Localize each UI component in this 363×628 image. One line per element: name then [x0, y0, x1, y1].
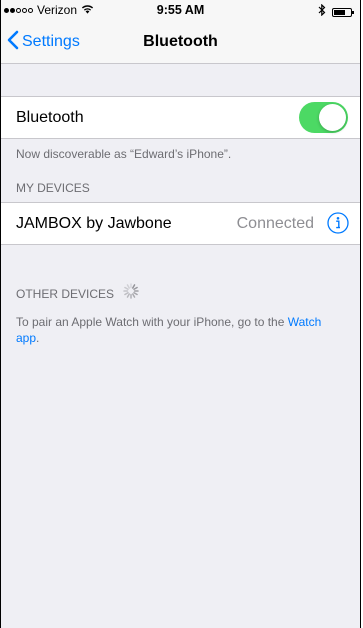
watch-pairing-hint: To pair an Apple Watch with your iPhone,… [16, 314, 336, 346]
phone-screen: Verizon 9:55 AM Settings Bluetooth Bluet… [0, 0, 361, 628]
battery-cap [352, 10, 354, 14]
bluetooth-label: Bluetooth [16, 109, 84, 126]
navigation-bar: Settings Bluetooth [1, 20, 360, 64]
other-devices-header: OTHER DEVICES [16, 283, 139, 304]
other-devices-label: OTHER DEVICES [16, 286, 115, 301]
switch-knob [319, 104, 346, 131]
status-time: 9:55 AM [156, 3, 205, 17]
watch-hint-text: To pair an Apple Watch with your iPhone,… [16, 315, 285, 329]
battery-fill [334, 9, 346, 15]
battery-icon [332, 7, 354, 17]
status-bar: Verizon 9:55 AM [1, 0, 360, 20]
bluetooth-icon [318, 3, 326, 21]
spinner-icon [123, 283, 139, 304]
bluetooth-switch[interactable] [299, 102, 348, 133]
status-right [318, 3, 354, 21]
watch-hint-suffix: . [36, 331, 40, 345]
discoverable-text: Now discoverable as “Edward’s iPhone”. [16, 147, 232, 161]
bluetooth-toggle-cell: Bluetooth [1, 96, 360, 139]
device-status: Connected [236, 215, 314, 232]
device-row-jambox[interactable]: JAMBOX by Jawbone Connected [1, 202, 360, 245]
info-icon[interactable] [327, 212, 349, 234]
device-name: JAMBOX by Jawbone [16, 215, 172, 232]
my-devices-header: MY DEVICES [16, 181, 90, 195]
page-title: Bluetooth [143, 33, 218, 50]
